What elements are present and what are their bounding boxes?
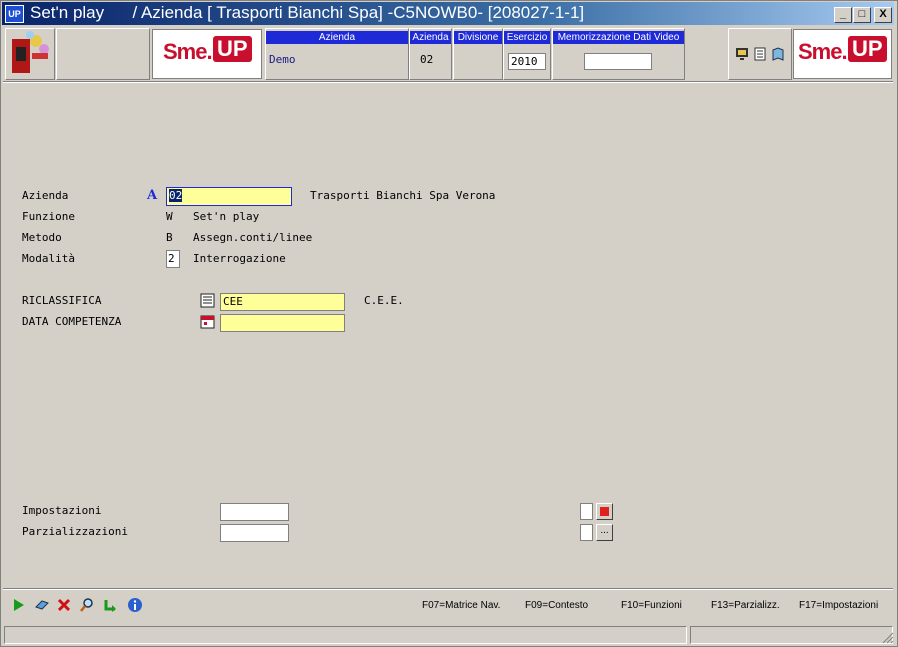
resize-grip-icon[interactable] [880,630,894,644]
fkey-f17[interactable]: F17=Impostazioni [799,600,878,611]
play-icon[interactable] [11,597,27,613]
azienda-input-value: 02 [169,189,183,202]
header-blank-panel [56,28,150,80]
refresh-icon[interactable] [102,597,118,613]
header-divisione-col: Divisione [453,28,503,80]
impostazioni-button[interactable] [596,503,613,520]
app-icon: UP [5,5,24,23]
header-tools-panel [728,28,792,80]
avatar-icon [12,31,49,73]
impostazioni-label: Impostazioni [22,504,102,517]
parzializzazioni-input[interactable] [220,524,289,542]
footer-divider [3,588,893,590]
status-pane-secondary [690,626,893,644]
riclassifica-input[interactable]: CEE [220,293,345,311]
data-competenza-input[interactable] [220,314,345,332]
smeup-logo-right: Sme. UP [793,29,892,79]
riclassifica-description: C.E.E. [364,294,404,307]
header-memorizzazione-label: Memorizzazione Dati Video [553,31,684,44]
header-esercizio-col: Esercizio 2010 [503,28,551,80]
azienda-input[interactable]: 02 [166,187,292,206]
list-icon[interactable] [200,293,215,308]
header-azienda-label: Azienda [266,31,408,44]
fkey-f10[interactable]: F10=Funzioni [621,600,682,611]
parzializzazioni-button[interactable]: ... [596,524,613,541]
cancel-icon[interactable] [56,597,72,613]
azienda-description: Trasporti Bianchi Spa Verona [310,189,496,202]
modalita-label: Modalità [22,252,75,265]
header-azienda-col: Azienda Demo [265,28,409,80]
metodo-code: B [166,231,173,244]
funzione-code: W [166,210,173,223]
header-esercizio-label: Esercizio [504,31,550,44]
esercizio-field[interactable]: 2010 [508,53,546,70]
svg-text:A: A [146,188,158,201]
header-azienda-code-col: Azienda 02 [409,28,452,80]
header-azienda-code-value: 02 [420,53,434,66]
logo-text: Sme. [798,39,848,64]
search-icon[interactable] [79,597,95,613]
parzializzazioni-checkbox[interactable] [580,524,593,541]
info-icon[interactable] [127,597,143,613]
status-pane-main [4,626,687,644]
fkey-f07[interactable]: F07=Matrice Nav. [422,600,500,611]
memorizzazione-field[interactable] [584,53,652,70]
eraser-icon[interactable] [34,597,50,613]
monitor-icon[interactable] [735,47,749,61]
metodo-label: Metodo [22,231,62,244]
fkey-f13[interactable]: F13=Parzializz. [711,600,780,611]
metodo-description: Assegn.conti/linee [193,231,313,244]
header-azienda-code-label: Azienda [410,31,451,44]
close-button[interactable]: X [874,7,892,23]
impostazioni-input[interactable] [220,503,289,521]
app-window [0,0,898,647]
data-competenza-label: DATA COMPETENZA [22,315,122,328]
funzione-label: Funzione [22,210,75,223]
logo-badge: UP [213,36,252,62]
header-divisione-label: Divisione [454,31,502,44]
book-icon[interactable] [771,47,785,61]
parzializzazioni-label: Parzializzazioni [22,525,128,538]
riclassifica-label: RICLASSIFICA [22,294,102,307]
logo-badge: UP [848,36,887,62]
red-square-icon [600,507,609,516]
fkey-f09[interactable]: F09=Contesto [525,600,588,611]
header-azienda-value: Demo [269,53,296,66]
modalita-description: Interrogazione [193,252,286,265]
title-bar: UP Set'n play / Azienda [ Trasporti Bian… [2,2,894,25]
header-divider [3,81,893,83]
minimize-button[interactable]: _ [834,7,852,23]
impostazioni-checkbox[interactable] [580,503,593,520]
header-memorizzazione-col: Memorizzazione Dati Video [552,28,685,80]
user-avatar[interactable] [5,28,55,80]
maximize-button[interactable]: □ [853,7,871,23]
document-icon[interactable] [753,47,767,61]
smeup-logo-left: Sme. UP [152,29,262,79]
logo-text: Sme. [163,39,213,64]
calendar-icon[interactable] [200,314,215,329]
funzione-description: Set'n play [193,210,260,223]
azienda-label: Azienda [22,189,69,202]
font-a-icon[interactable]: A [146,187,160,201]
modalita-input[interactable]: 2 [166,250,180,268]
window-title: Set'n play / Azienda [ Trasporti Bianchi… [30,3,585,22]
